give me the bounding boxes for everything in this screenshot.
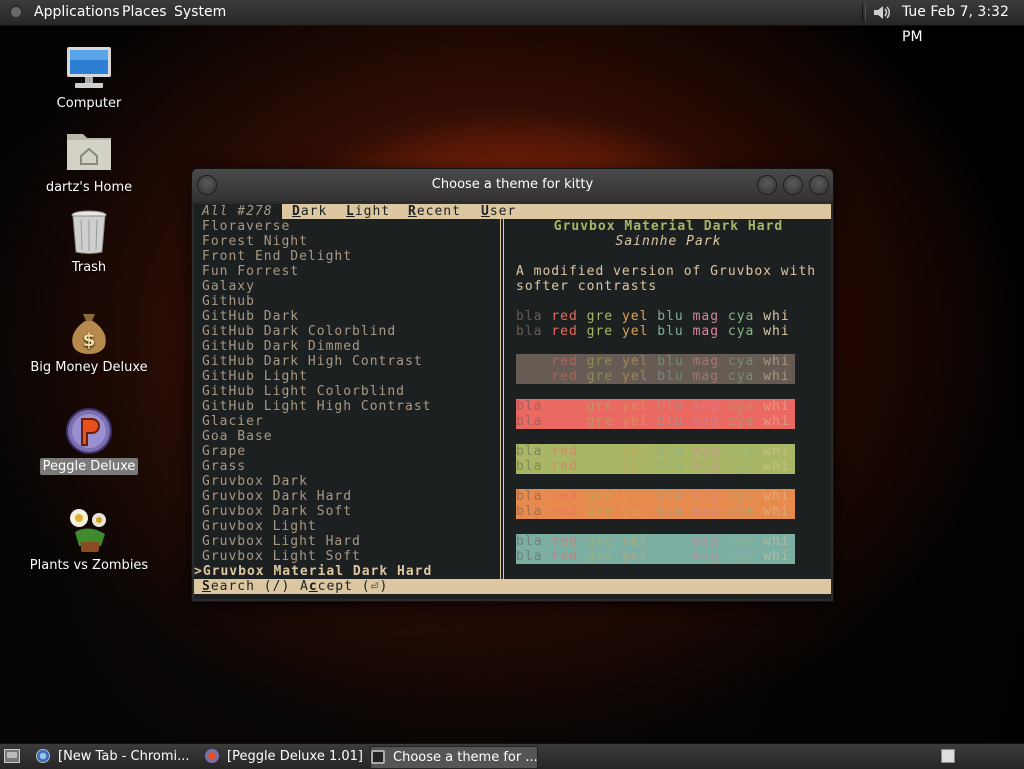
- color-sample-row: bla red gre yel blu mag cya whi: [516, 309, 790, 324]
- svg-text:$: $: [83, 330, 96, 351]
- theme-list-item[interactable]: GitHub Light Colorblind: [202, 384, 405, 399]
- color-sample-row: bla red gre yel blu mag cya whi: [516, 354, 790, 369]
- preview-theme-name: Gruvbox Material Dark Hard: [553, 219, 784, 234]
- minimize-button[interactable]: [757, 175, 777, 195]
- theme-list-item[interactable]: GitHub Light High Contrast: [202, 399, 432, 414]
- accept-hint[interactable]: Accept (⏎): [300, 579, 388, 594]
- menu-applications[interactable]: Applications: [34, 0, 120, 25]
- desktop-icon-label: Computer: [56, 96, 122, 111]
- desktop-icon-label: Plants vs Zombies: [29, 558, 149, 573]
- theme-preview: Gruvbox Material Dark Hard Sainnhe Park …: [506, 219, 831, 579]
- desktop-icon-peggle[interactable]: Peggle Deluxe: [19, 407, 159, 475]
- show-desktop-icon[interactable]: [4, 749, 20, 763]
- pane-divider: [500, 219, 504, 579]
- theme-list-item[interactable]: GitHub Dark Dimmed: [202, 339, 361, 354]
- theme-list-item[interactable]: Github: [202, 294, 255, 309]
- color-sample-row: bla red gre yel blu mag cya whi: [516, 324, 790, 339]
- window-title: Choose a theme for kitty: [431, 177, 594, 192]
- tray-separator: [862, 4, 866, 21]
- window-titlebar[interactable]: Choose a theme for kitty: [192, 169, 833, 201]
- theme-list-item[interactable]: Forest Night: [202, 234, 308, 249]
- tab-user[interactable]: User: [481, 204, 516, 219]
- status-bar: Search (/) Accept (⏎): [194, 579, 831, 594]
- theme-list[interactable]: Floraverse Forest Night Front End Delight F…: [194, 219, 499, 579]
- kitty-theme-window[interactable]: Choose a theme for kitty All #278 Dark L…: [191, 168, 834, 602]
- color-sample-row: bla red gre yel blu mag cya whi: [516, 399, 790, 414]
- color-sample-row: bla red gre yel blu mag cya whi: [516, 459, 790, 474]
- theme-list-item[interactable]: Floraverse: [202, 219, 290, 234]
- desktop-icon-label: Peggle Deluxe: [39, 458, 139, 475]
- color-sample-row: bla red gre yel blu mag cya whi: [516, 444, 790, 459]
- theme-category-tabs: All #278 Dark Light Recent User: [194, 204, 831, 219]
- desktop-icon-home[interactable]: dartz's Home: [19, 128, 159, 195]
- window-menu-button[interactable]: [197, 175, 217, 195]
- bottom-panel: [New Tab - Chromi... [Peggle Deluxe 1.01…: [0, 743, 1024, 769]
- close-button[interactable]: [809, 175, 829, 195]
- theme-list-item[interactable]: Gruvbox Dark Soft: [202, 504, 352, 519]
- theme-list-item[interactable]: Goa Base: [202, 429, 273, 444]
- tab-recent[interactable]: Recent: [408, 204, 461, 219]
- desktop-icon-big-money[interactable]: $ Big Money Deluxe: [19, 308, 159, 375]
- search-hint[interactable]: Search (/): [202, 579, 290, 594]
- speaker-icon[interactable]: [872, 4, 892, 21]
- desktop-icon-plants-vs-zombies[interactable]: Plants vs Zombies: [19, 506, 159, 573]
- theme-list-item[interactable]: Gruvbox Dark: [202, 474, 308, 489]
- workspace-switcher-icon[interactable]: [941, 749, 955, 763]
- top-panel: Applications Places System Tue Feb 7, 3:…: [0, 0, 1024, 45]
- theme-list-item[interactable]: Fun Forrest: [202, 264, 299, 279]
- menu-places[interactable]: Places: [122, 0, 167, 25]
- money-bag-icon: $: [65, 308, 113, 356]
- desktop-icon-trash[interactable]: Trash: [19, 208, 159, 275]
- preview-theme-author: Sainnhe Park: [615, 234, 722, 249]
- trash-icon: [65, 208, 113, 256]
- preview-theme-description: A modified version of Gruvbox with softe…: [516, 264, 817, 294]
- color-sample-row: bla red gre yel blu mag cya whi: [516, 369, 790, 384]
- task-peggle[interactable]: [Peggle Deluxe 1.01]: [205, 746, 363, 767]
- peggle-icon: [205, 749, 219, 763]
- distro-logo-icon[interactable]: [8, 4, 24, 20]
- theme-list-item[interactable]: GitHub Dark: [202, 309, 299, 324]
- desktop-icon-label: Trash: [71, 260, 107, 275]
- theme-list-item[interactable]: Grass: [202, 459, 246, 474]
- clock[interactable]: Tue Feb 7, 3:32 PM: [902, 0, 1024, 50]
- terminal-icon: [371, 750, 385, 764]
- color-sample-row: bla red gre yel blu mag cya whi: [516, 504, 790, 519]
- theme-list-item[interactable]: GitHub Dark Colorblind: [202, 324, 396, 339]
- flower-icon: [65, 506, 113, 554]
- color-sample-row: bla red gre yel blu mag cya whi: [516, 534, 790, 549]
- theme-list-item[interactable]: GitHub Dark High Contrast: [202, 354, 423, 369]
- theme-list-item[interactable]: Gruvbox Light Soft: [202, 549, 361, 564]
- task-kitty[interactable]: Choose a theme for ...: [370, 746, 538, 769]
- theme-list-item[interactable]: Gruvbox Light Hard: [202, 534, 361, 549]
- peggle-icon: [65, 407, 113, 455]
- color-sample-row: bla red gre yel blu mag cya whi: [516, 489, 790, 504]
- tab-light[interactable]: Light: [346, 204, 390, 219]
- desktop-icon-computer[interactable]: Computer: [19, 44, 159, 111]
- terminal-area[interactable]: All #278 Dark Light Recent User Floraver…: [194, 204, 831, 599]
- theme-list-item[interactable]: Galaxy: [202, 279, 255, 294]
- menu-system[interactable]: System: [174, 0, 226, 25]
- color-sample-row: bla red gre yel blu mag cya whi: [516, 414, 790, 429]
- desktop-icon-label: dartz's Home: [45, 180, 133, 195]
- theme-list-item-selected[interactable]: >Gruvbox Material Dark Hard: [194, 564, 432, 579]
- computer-icon: [65, 44, 113, 92]
- color-sample-row: bla red gre yel blu mag cya whi: [516, 549, 790, 564]
- task-chromium[interactable]: [New Tab - Chromi...: [36, 746, 198, 767]
- theme-list-item[interactable]: Grape: [202, 444, 246, 459]
- home-folder-icon: [65, 128, 113, 176]
- theme-list-item[interactable]: Gruvbox Dark Hard: [202, 489, 352, 504]
- tab-dark[interactable]: Dark: [292, 204, 327, 219]
- maximize-button[interactable]: [783, 175, 803, 195]
- theme-list-item[interactable]: GitHub Light: [202, 369, 308, 384]
- theme-list-item[interactable]: Glacier: [202, 414, 264, 429]
- theme-list-item[interactable]: Front End Delight: [202, 249, 352, 264]
- theme-list-item[interactable]: Gruvbox Light: [202, 519, 317, 534]
- desktop-icon-label: Big Money Deluxe: [30, 360, 148, 375]
- chromium-icon: [36, 749, 50, 763]
- tab-all[interactable]: All #278: [194, 204, 282, 219]
